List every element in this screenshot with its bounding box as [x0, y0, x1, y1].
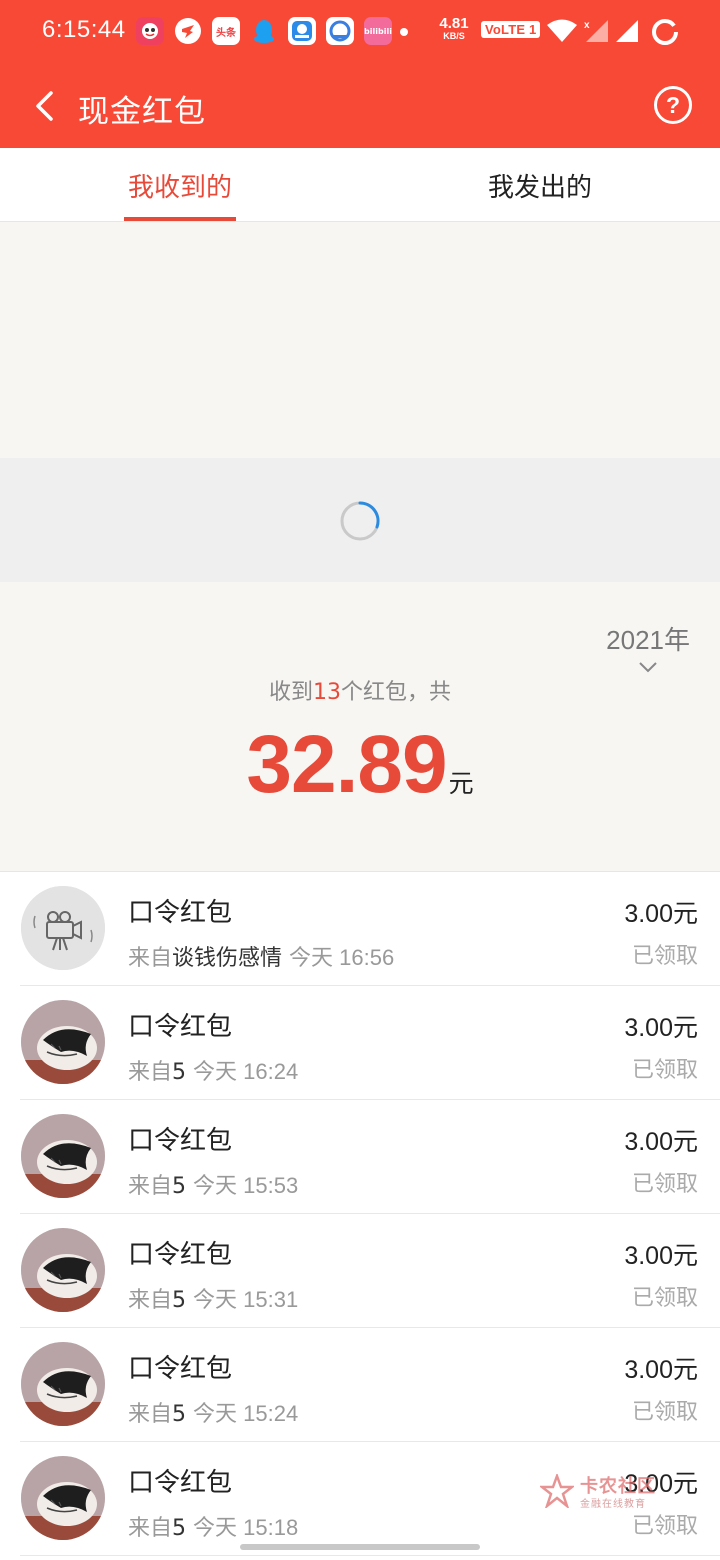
watermark: 卡农社区 金融在线教育 — [540, 1472, 670, 1512]
pinduoduo-icon — [136, 17, 164, 45]
avatar — [21, 1456, 105, 1540]
network-speed: 4.81 KB/S — [439, 15, 469, 41]
packet-status: 已领取 — [631, 1058, 698, 1083]
packet-amount: 3.00元 — [624, 1128, 698, 1156]
status-bar: 6:15:44 头条 bilibili 4.81 KB/S VoLTE 1 x — [0, 0, 720, 64]
signal-icon-sim2 — [614, 18, 640, 48]
chevron-left-icon — [36, 91, 53, 121]
avatar — [21, 1342, 105, 1426]
dingtalk-icon — [174, 17, 202, 45]
chevron-down-icon — [639, 662, 657, 673]
packet-status: 已领取 — [631, 1400, 698, 1425]
tab-active-indicator — [124, 217, 236, 221]
packet-source: 来自5 今天 15:18 — [128, 1515, 299, 1541]
packet-status: 已领取 — [631, 1286, 698, 1311]
summary-text: 收到13个红包，共 — [268, 680, 452, 705]
signal-icon-sim1: x — [582, 18, 610, 48]
qq-icon — [250, 17, 278, 45]
avatar — [21, 1114, 105, 1198]
avatar — [21, 886, 105, 970]
sender-name: 5 — [172, 1174, 187, 1199]
packet-source: 来自5 今天 15:31 — [128, 1287, 299, 1313]
toutiao-icon: 头条 — [212, 17, 240, 45]
sender-name: 5 — [172, 1060, 187, 1085]
packet-amount: 3.00元 — [624, 1242, 698, 1270]
packet-amount: 3.00元 — [624, 1356, 698, 1384]
packet-time: 今天 15:18 — [193, 1515, 299, 1540]
packet-time: 今天 16:24 — [193, 1059, 299, 1084]
packet-source: 来自5 今天 15:24 — [128, 1401, 299, 1427]
packet-time: 今天 15:31 — [193, 1287, 299, 1312]
notification-dot — [400, 28, 408, 36]
status-time: 6:15:44 — [42, 16, 126, 43]
help-button[interactable]: ? — [654, 86, 692, 124]
avatar — [21, 1000, 105, 1084]
packet-title: 口令红包 — [128, 898, 233, 928]
packet-source: 来自5 今天 16:24 — [128, 1059, 299, 1085]
packet-time: 今天 15:53 — [193, 1173, 299, 1198]
packet-status: 已领取 — [631, 944, 698, 969]
packet-time: 今天 15:24 — [193, 1401, 299, 1426]
packet-status: 已领取 — [631, 1514, 698, 1539]
yunshanfu-icon — [288, 17, 316, 45]
total-amount: 32.89 — [246, 719, 447, 810]
question-icon: ? — [665, 91, 681, 118]
sender-name: 5 — [172, 1516, 187, 1541]
volte-badge: VoLTE 1 — [481, 21, 541, 38]
banner-area — [0, 222, 720, 458]
summary-panel: 2021年 收到13个红包，共 32.89元 — [0, 582, 720, 872]
home-indicator[interactable] — [240, 1544, 480, 1550]
tab-received[interactable]: 我收到的 — [90, 148, 270, 222]
red-packet-list: 口令红包 来自谈钱伤感情 今天 16:56 3.00元 已领取 口令红包 来自5 今天 1… — [0, 872, 720, 1556]
sender-name: 5 — [172, 1288, 187, 1313]
sender-name: 5 — [172, 1402, 187, 1427]
packet-source: 来自5 今天 15:53 — [128, 1173, 299, 1199]
packet-amount: 3.00元 — [624, 1014, 698, 1042]
watermark-logo-icon — [540, 1474, 574, 1508]
packet-time: 今天 16:56 — [289, 945, 395, 970]
sender-name: 谈钱伤感情 — [172, 946, 283, 971]
title-bar: 现金红包 ? — [0, 64, 720, 148]
packet-source: 来自谈钱伤感情 今天 16:56 — [128, 945, 395, 971]
year-label: 2021年 — [606, 625, 690, 655]
packet-title: 口令红包 — [128, 1012, 233, 1042]
year-selector[interactable]: 2021年 — [606, 620, 690, 673]
list-item[interactable]: 口令红包来自5 今天 15:24 3.00元已领取 — [0, 1328, 720, 1442]
watermark-subtext: 金融在线教育 — [580, 1499, 646, 1510]
battery-icon — [650, 17, 680, 51]
avatar — [21, 1228, 105, 1312]
packet-count: 13 — [313, 680, 341, 705]
packet-title: 口令红包 — [128, 1354, 233, 1384]
back-button[interactable] — [24, 84, 64, 128]
list-item[interactable]: 口令红包来自5 今天 15:31 3.00元已领取 — [0, 1214, 720, 1328]
packet-status: 已领取 — [631, 1172, 698, 1197]
list-item[interactable]: 口令红包来自谈钱伤感情 今天 16:56 3.00元已领取 — [0, 872, 720, 986]
wifi-icon — [546, 18, 578, 48]
browser-icon — [326, 17, 354, 45]
page-title: 现金红包 — [78, 94, 206, 130]
packet-title: 口令红包 — [128, 1126, 233, 1156]
tab-bar: 我收到的 我发出的 — [0, 148, 720, 222]
amount-unit: 元 — [448, 769, 474, 798]
list-item[interactable]: 口令红包来自5 今天 16:24 3.00元已领取 — [0, 986, 720, 1100]
packet-title: 口令红包 — [128, 1240, 233, 1270]
svg-text:x: x — [584, 20, 590, 31]
loading-spinner-icon — [340, 501, 380, 541]
packet-title: 口令红包 — [128, 1468, 233, 1498]
total-amount-row: 32.89元 — [0, 718, 720, 812]
bilibili-icon: bilibili — [364, 17, 392, 45]
notification-app-icons: 头条 bilibili — [136, 17, 392, 45]
packet-amount: 3.00元 — [624, 900, 698, 928]
list-item[interactable]: 口令红包来自5 今天 15:53 3.00元已领取 — [0, 1100, 720, 1214]
tab-sent[interactable]: 我发出的 — [450, 148, 630, 222]
